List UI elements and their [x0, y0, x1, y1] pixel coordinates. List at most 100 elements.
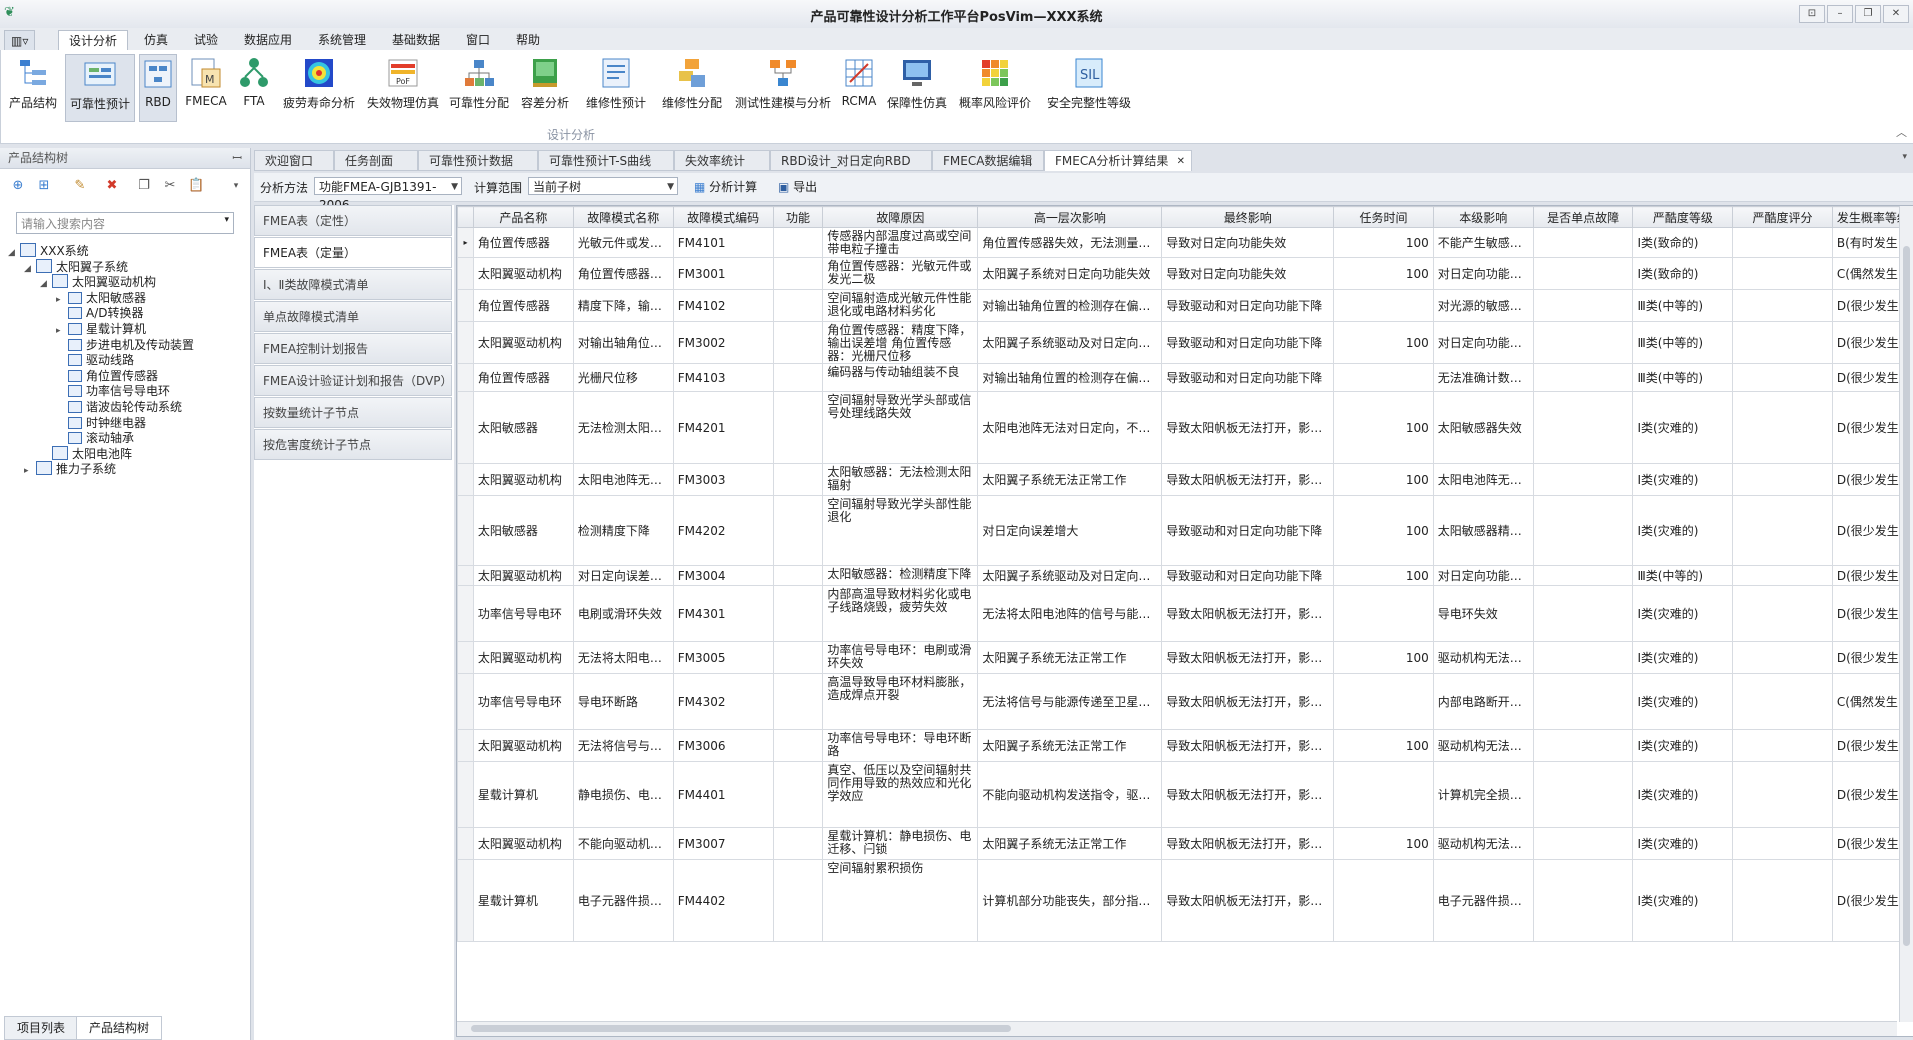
cell-cause[interactable]: 太阳敏感器：无法检测太阳辐射 [822, 463, 979, 496]
tree-search-input[interactable]: 请输入搜索内容 ▾ [16, 212, 234, 234]
row-indicator[interactable] [457, 585, 474, 642]
tab-project-list[interactable]: 项目列表 [4, 1016, 79, 1040]
cell-score[interactable] [1732, 641, 1833, 674]
tab-design-analysis[interactable]: 设计分析 [58, 30, 129, 51]
tab-list-dropdown-icon[interactable]: ▾ [1902, 152, 1907, 162]
tab-system-management[interactable]: 系统管理 [308, 30, 376, 50]
cell-local[interactable]: 太阳敏感器失效 [1432, 391, 1534, 464]
cell-single[interactable] [1532, 321, 1634, 364]
ribbon-collapse-icon[interactable]: ︿ [1896, 124, 1907, 140]
cell-code[interactable]: FM3006 [672, 729, 774, 762]
cell-sev[interactable]: Ⅲ类(中等的) [1632, 321, 1734, 364]
row-indicator[interactable] [457, 257, 474, 290]
cell-score[interactable] [1732, 585, 1833, 642]
cell-mode[interactable]: 检测精度下降 [572, 495, 674, 566]
cell-score[interactable] [1732, 565, 1833, 586]
column-header[interactable]: 故障模式名称 [572, 206, 674, 228]
cell-time[interactable] [1333, 673, 1434, 730]
cell-final[interactable]: 导致太阳帆板无法打开，影… [1161, 673, 1335, 730]
row-indicator[interactable] [457, 391, 474, 464]
row-indicator[interactable] [457, 289, 474, 322]
cell-local[interactable]: 对日定向功能… [1432, 321, 1534, 364]
table-row[interactable]: 功率信号导电环 导电环断路 FM4302 高温导致导电环材料膨胀，造成焊点开裂 无法将信… [457, 673, 1913, 730]
cell-cause[interactable]: 空间辐射导致光学头部性能退化 [822, 495, 979, 566]
export-button[interactable]: ▣ 导出 [778, 178, 817, 196]
cell-sev[interactable]: Ⅰ类(灾难的) [1632, 641, 1734, 674]
cell-time[interactable] [1333, 585, 1434, 642]
cell-func[interactable] [772, 585, 824, 642]
cell-name[interactable]: 星载计算机 [472, 859, 574, 942]
probabilistic-risk-button[interactable]: 概率风险评价 [955, 54, 1035, 120]
tab-data-application[interactable]: 数据应用 [234, 30, 302, 50]
maintainability-allocation-button[interactable]: 维修性分配 [657, 54, 727, 120]
cell-code[interactable]: FM4401 [672, 761, 774, 828]
cell-sev[interactable]: Ⅲ类(中等的) [1632, 565, 1734, 586]
cell-name[interactable]: 太阳敏感器 [472, 495, 574, 566]
cell-score[interactable] [1732, 227, 1833, 258]
cell-single[interactable] [1532, 565, 1634, 586]
row-indicator[interactable] [457, 827, 474, 860]
cell-name[interactable]: 太阳翼驱动机构 [472, 565, 574, 586]
minimize-button[interactable]: – [1827, 5, 1853, 23]
tab-reliability-prediction-data[interactable]: 可靠性预计数据 [418, 150, 538, 171]
cell-final[interactable]: 导致驱动和对日定向功能下降 [1161, 321, 1335, 364]
cell-local[interactable]: 导电环失效 [1432, 585, 1534, 642]
edit-icon[interactable]: ✎ [72, 178, 88, 194]
report-item[interactable]: 单点故障模式清单 [254, 301, 452, 332]
tab-welcome[interactable]: 欢迎窗口 [254, 150, 334, 171]
cell-score[interactable] [1732, 289, 1833, 322]
cell-cause[interactable]: 内部高温导致材料劣化或电子线路烧毁，疲劳失效 [822, 585, 979, 642]
cell-mode[interactable]: 角位置传感器… [572, 257, 674, 290]
tab-simulation[interactable]: 仿真 [134, 30, 178, 50]
rcma-button[interactable]: RCMA [839, 54, 879, 120]
cell-code[interactable]: FM3003 [672, 463, 774, 496]
cell-score[interactable] [1732, 257, 1833, 290]
report-item[interactable]: 按数量统计子节点 [254, 397, 452, 428]
cell-cause[interactable]: 高温导致导电环材料膨胀，造成焊点开裂 [822, 673, 979, 730]
row-indicator[interactable]: ▸ [457, 227, 474, 258]
pin-icon[interactable]: ꟷ [232, 148, 242, 168]
cell-local[interactable]: 太阳电池阵无… [1432, 463, 1534, 496]
cell-local[interactable]: 对日定向功能… [1432, 257, 1534, 290]
cell-time[interactable] [1333, 363, 1434, 392]
cell-upper[interactable]: 太阳翼子系统无法正常工作 [977, 729, 1163, 762]
row-indicator[interactable] [457, 495, 474, 566]
cell-sev[interactable]: Ⅰ类(灾难的) [1632, 391, 1734, 464]
vertical-scrollbar[interactable] [1899, 206, 1913, 1022]
column-header[interactable]: 故障模式编码 [672, 206, 774, 228]
cell-func[interactable] [772, 257, 824, 290]
cell-sev[interactable]: Ⅰ类(致命的) [1632, 227, 1734, 258]
cell-sev[interactable]: Ⅲ类(中等的) [1632, 363, 1734, 392]
row-indicator[interactable] [457, 565, 474, 586]
cell-code[interactable]: FM3001 [672, 257, 774, 290]
cell-single[interactable] [1532, 391, 1634, 464]
cell-mode[interactable]: 无法将太阳电… [572, 641, 674, 674]
cell-final[interactable]: 导致驱动和对日定向功能下降 [1161, 363, 1335, 392]
tab-failure-rate-stats[interactable]: 失效率统计 [674, 150, 770, 171]
cell-score[interactable] [1732, 391, 1833, 464]
column-header[interactable]: 功能 [772, 206, 824, 228]
table-row[interactable]: 太阳翼驱动机构 对输出轴角位… FM3002 角位置传感器：精度下降，输出误差增 角位… [457, 321, 1913, 364]
cell-local[interactable]: 电子元器件损… [1432, 859, 1534, 942]
cell-name[interactable]: 太阳翼驱动机构 [472, 321, 574, 364]
cell-upper[interactable]: 无法将太阳电池阵的信号与能… [977, 585, 1163, 642]
cell-upper[interactable]: 计算机部分功能丧失，部分指… [977, 859, 1163, 942]
tab-rbd-design[interactable]: RBD设计_对日定向RBD [770, 150, 932, 171]
cell-score[interactable] [1732, 463, 1833, 496]
cell-func[interactable] [772, 227, 824, 258]
cell-cause[interactable]: 真空、低压以及空间辐射共同作用导致的热效应和光化学效应 [822, 761, 979, 828]
cell-func[interactable] [772, 761, 824, 828]
cell-time[interactable]: 100 [1333, 463, 1434, 496]
cell-score[interactable] [1732, 761, 1833, 828]
cell-func[interactable] [772, 463, 824, 496]
cell-local[interactable]: 对日定向功能… [1432, 565, 1534, 586]
table-row[interactable]: 太阳翼驱动机构 不能向驱动机… FM3007 星载计算机：静电损伤、电迁移、闩锁 太阳翼… [457, 827, 1913, 860]
cell-cause[interactable]: 太阳敏感器：检测精度下降 [822, 565, 979, 586]
supportability-simulation-button[interactable]: 保障性仿真 [885, 54, 949, 120]
table-row[interactable]: 功率信号导电环 电刷或滑环失效 FM4301 内部高温导致材料劣化或电子线路烧毁，疲劳… [457, 585, 1913, 642]
cell-time[interactable] [1333, 289, 1434, 322]
cell-single[interactable] [1532, 827, 1634, 860]
table-row[interactable]: 太阳翼驱动机构 太阳电池阵无… FM3003 太阳敏感器：无法检测太阳辐射 太阳翼子系统… [457, 463, 1913, 496]
fta-button[interactable]: FTA [235, 54, 273, 120]
row-indicator[interactable] [457, 641, 474, 674]
